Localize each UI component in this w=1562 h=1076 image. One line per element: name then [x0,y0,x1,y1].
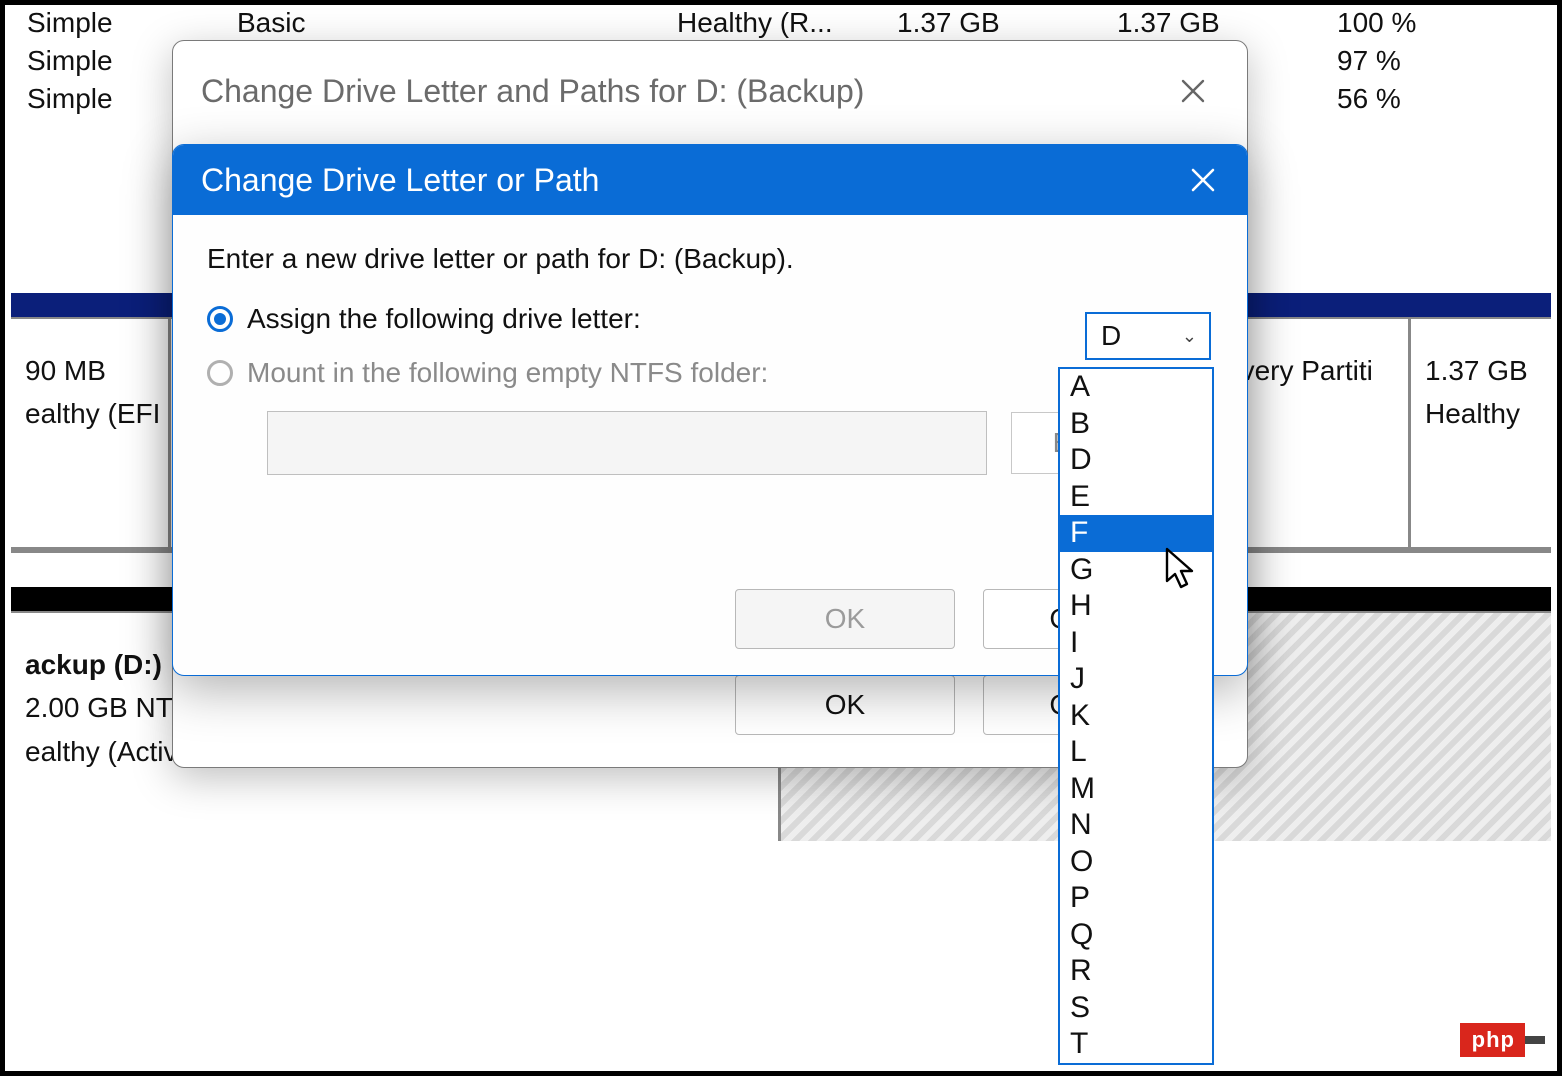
radio-label: Assign the following drive letter: [247,303,641,335]
drive-letter-option[interactable]: K [1060,698,1212,735]
cell-free: 1.37 GB [1117,7,1337,39]
partition-state: Healthy [1425,392,1533,435]
dialog-title: Change Drive Letter or Path [201,162,599,199]
partition[interactable]: 90 MB ealthy (EFI [11,319,171,547]
cell-pct: 97 % [1337,45,1487,77]
button-label: OK [825,603,865,635]
drive-letter-option[interactable]: Q [1060,917,1212,954]
watermark: php [1460,1023,1545,1057]
screenshot-stage: Simple Basic Healthy (R... 1.37 GB 1.37 … [0,0,1562,1076]
partition-size: 90 MB [25,349,150,392]
partition-state: ealthy (EFI [25,392,150,435]
drive-letter-option[interactable]: P [1060,880,1212,917]
ok-button[interactable]: OK [735,675,955,735]
drive-letter-option[interactable]: I [1060,625,1212,662]
drive-letter-option[interactable]: R [1060,953,1212,990]
table-row: Simple Basic Healthy (R... 1.37 GB 1.37 … [11,5,1551,43]
cell-cap: 1.37 GB [897,7,1117,39]
chevron-down-icon: ⌄ [1182,326,1197,347]
close-icon[interactable] [1177,154,1229,206]
radio-assign-letter[interactable]: Assign the following drive letter: [207,303,1219,335]
select-value: D [1101,320,1121,352]
drive-letter-option[interactable]: B [1060,406,1212,443]
drive-letter-option[interactable]: L [1060,734,1212,771]
cell-pct: 56 % [1337,83,1487,115]
radio-icon [207,360,233,386]
drive-letter-option[interactable]: S [1060,990,1212,1027]
drive-letter-select[interactable]: D ⌄ [1085,312,1211,360]
drive-letter-option[interactable]: A [1060,369,1212,406]
mount-path-input [267,411,987,475]
drive-letter-option[interactable]: E [1060,479,1212,516]
drive-letter-option[interactable]: O [1060,844,1212,881]
cell-status: Healthy (R... [677,7,897,39]
cell-pct: 100 % [1337,7,1487,39]
button-label: OK [825,689,865,721]
drive-letter-option[interactable]: J [1060,661,1212,698]
close-icon[interactable] [1167,65,1219,117]
drive-letter-option[interactable]: H [1060,588,1212,625]
watermark-brand: php [1460,1023,1525,1057]
drive-letter-option[interactable]: D [1060,442,1212,479]
radio-label: Mount in the following empty NTFS folder… [247,357,768,389]
dialog-title: Change Drive Letter and Paths for D: (Ba… [201,73,864,110]
dialog-titlebar: Change Drive Letter and Paths for D: (Ba… [173,41,1247,123]
drive-letter-dropdown[interactable]: ABDEFGHIJKLMNOPQRST [1058,367,1214,1065]
partition-state: overy Partiti [1225,349,1390,392]
drive-letter-option[interactable]: M [1060,771,1212,808]
drive-letter-option[interactable]: F [1060,515,1212,552]
cell-layout: Basic [237,7,677,39]
ok-button[interactable]: OK [735,589,955,649]
partition-size: 1.37 GB [1425,349,1533,392]
drive-letter-option[interactable]: G [1060,552,1212,589]
drive-letter-option[interactable]: N [1060,807,1212,844]
drive-letter-option[interactable]: T [1060,1026,1212,1063]
cell-type: Simple [27,7,237,39]
watermark-suffix [1525,1036,1545,1044]
partition[interactable]: 1.37 GB Healthy [1411,319,1551,547]
dialog-titlebar[interactable]: Change Drive Letter or Path [173,145,1247,215]
radio-icon [207,306,233,332]
dialog-instruction: Enter a new drive letter or path for D: … [207,243,1219,275]
